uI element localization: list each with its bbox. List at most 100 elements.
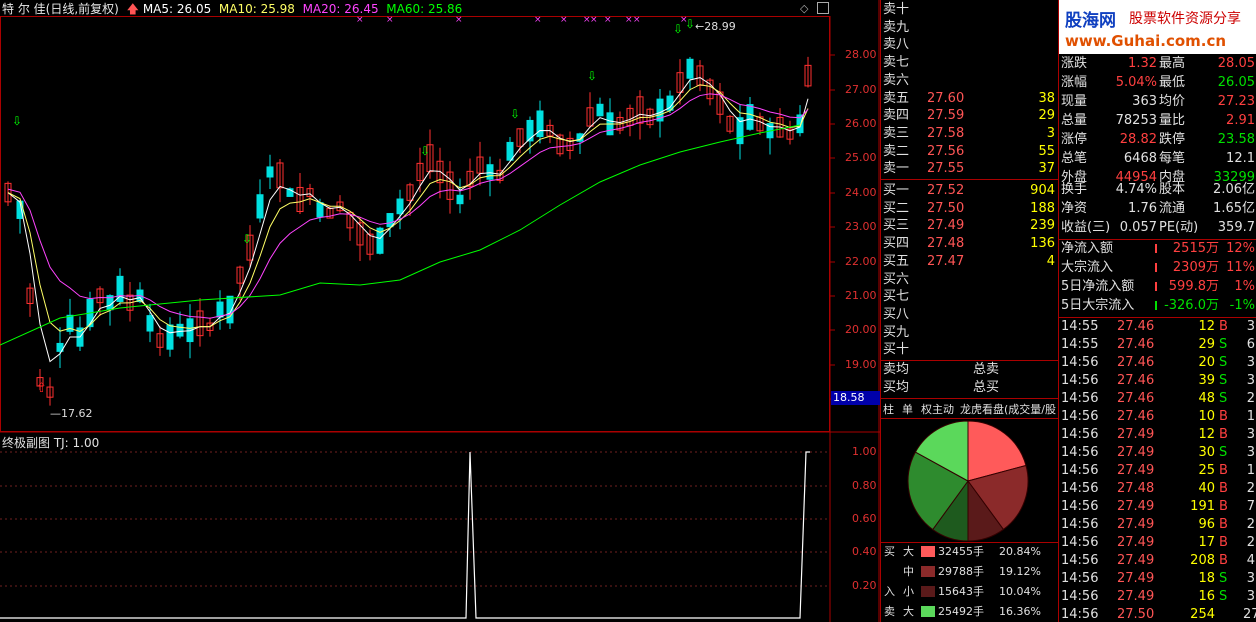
candle-body	[176, 323, 184, 337]
candle-body	[746, 104, 754, 130]
flow-bar	[1155, 282, 1157, 291]
legend-swatch	[921, 606, 935, 617]
svg-text:×: ×	[633, 15, 641, 25]
candle-body	[266, 166, 274, 178]
fund-flow-row: 5日净流入额 599.8万 1%	[1061, 279, 1255, 294]
flow-row: 中 29788手 19.12%	[903, 565, 1041, 578]
buy-order-row[interactable]: 买五 27.47 4	[881, 254, 1059, 269]
divider	[881, 542, 1059, 543]
flow-bar	[1155, 263, 1157, 272]
order-book-panel: 卖十卖九卖八卖七卖六卖五 27.60 38 卖四 27.59 29 卖三 27.58 3 卖二 27…	[880, 0, 1059, 622]
quote-row: 总量 78253 量比 2.91	[1061, 113, 1255, 128]
divider	[1059, 239, 1256, 240]
svg-text:×: ×	[560, 15, 568, 25]
price-axis-label: 28.00	[845, 48, 877, 61]
sell-order-row[interactable]: 卖四 27.59 29	[881, 108, 1059, 123]
tick-row[interactable]: 14:56 27.46 48 S 2	[1059, 391, 1256, 406]
tick-row[interactable]: 14:56 27.46 10 B 1	[1059, 409, 1256, 424]
logo-brand: 股海网	[1065, 11, 1116, 31]
svg-text:×: ×	[625, 15, 633, 25]
sell-order-row[interactable]: 卖三 27.58 3	[881, 126, 1059, 141]
buy-order-row[interactable]: 买六	[881, 272, 1059, 287]
tick-row[interactable]: 14:55 27.46 29 S 6	[1059, 337, 1256, 352]
buy-order-row[interactable]: 买九	[881, 325, 1059, 340]
tick-row[interactable]: 14:56 27.48 40 B 2	[1059, 481, 1256, 496]
buy-order-row[interactable]: 买三 27.49 239	[881, 218, 1059, 233]
tick-row[interactable]: 14:56 27.49 16 S 3	[1059, 589, 1256, 604]
logo-url: www.Guhai.com.cn	[1065, 32, 1227, 50]
sub-axis-label: 1.00	[852, 445, 877, 458]
tick-row[interactable]: 14:56 27.46 20 S 3	[1059, 355, 1256, 370]
buy-order-row[interactable]: 买一 27.52 904	[881, 183, 1059, 198]
price-axis-label: 24.00	[845, 186, 877, 199]
candle-body	[506, 141, 514, 161]
svg-text:⇩: ⇩	[510, 107, 520, 121]
high-annotation: ←28.99	[695, 20, 736, 33]
price-axis-label: 27.00	[845, 83, 877, 96]
flow-bar	[1155, 301, 1157, 310]
legend-swatch	[921, 566, 935, 577]
svg-text:×: ×	[455, 15, 463, 25]
sell-order-row[interactable]: 卖十	[881, 2, 1059, 17]
tick-row[interactable]: 14:56 27.49 30 S 3	[1059, 445, 1256, 460]
panel-tab[interactable]: 柱	[883, 401, 899, 417]
fund-flow-row: 5日大宗流入 -326.0万 -1%	[1061, 298, 1255, 313]
panel-tab[interactable]: 权主动	[921, 401, 957, 417]
sub-chart-title: 终极副图 TJ: 1.00	[2, 436, 100, 450]
svg-text:⇩: ⇩	[685, 17, 695, 31]
buy-order-row[interactable]: 买七	[881, 289, 1059, 304]
candle-body	[396, 198, 404, 215]
quote-panel: 股海网 股票软件资源分享 www.Guhai.com.cn 涨跌 1.32 最高 28…	[1058, 0, 1256, 622]
low-annotation: —17.62	[50, 407, 93, 420]
sell-order-row[interactable]: 卖五 27.60 38	[881, 91, 1059, 106]
panel-tab[interactable]: 单	[902, 401, 918, 417]
quote-row: 现量 363 均价 27.23	[1061, 94, 1255, 109]
sell-order-row[interactable]: 卖九	[881, 20, 1059, 35]
kline-chart-area[interactable]: 特 尔 佳(日线,前复权) 🡅 MA5: 26.05 MA10: 25.98 M…	[0, 0, 881, 622]
legend-swatch	[921, 586, 935, 597]
tick-row[interactable]: 14:56 27.50 254 27	[1059, 607, 1256, 622]
logo-banner[interactable]: 股海网 股票软件资源分享 www.Guhai.com.cn	[1059, 0, 1256, 54]
price-axis-label: 21.00	[845, 289, 877, 302]
candle-body	[456, 194, 464, 205]
candle-body	[256, 194, 264, 219]
candle-body	[526, 119, 534, 142]
panel-tab[interactable]: 龙虎看盘(成交量/股	[960, 401, 1064, 417]
svg-text:×: ×	[604, 15, 612, 25]
svg-text:⇧: ⇧	[36, 381, 47, 396]
price-axis-label: 25.00	[845, 151, 877, 164]
buy-order-row[interactable]: 买四 27.48 136	[881, 236, 1059, 251]
quote-row: 涨跌 1.32 最高 28.05	[1061, 56, 1255, 71]
quote-row: 涨停 28.82 跌停 23.58	[1061, 132, 1255, 147]
tick-row[interactable]: 14:56 27.49 12 B 3	[1059, 427, 1256, 442]
candle-body	[686, 58, 694, 79]
sell-order-row[interactable]: 卖一 27.55 37	[881, 161, 1059, 176]
tick-row[interactable]: 14:56 27.49 25 B 1	[1059, 463, 1256, 478]
tick-row[interactable]: 14:56 27.46 39 S 3	[1059, 373, 1256, 388]
sell-order-row[interactable]: 卖七	[881, 55, 1059, 70]
sell-order-row[interactable]: 卖八	[881, 37, 1059, 52]
tick-row[interactable]: 14:56 27.49 18 S 3	[1059, 571, 1256, 586]
tick-row[interactable]: 14:56 27.49 208 B 4	[1059, 553, 1256, 568]
candle-body	[596, 103, 604, 117]
tick-row[interactable]: 14:56 27.49 191 B 7	[1059, 499, 1256, 514]
divider	[881, 360, 1059, 361]
sell-order-row[interactable]: 卖二 27.56 55	[881, 144, 1059, 159]
svg-text:×: ×	[386, 15, 394, 25]
sell-order-row[interactable]: 卖六	[881, 73, 1059, 88]
tick-row[interactable]: 14:56 27.49 96 B 2	[1059, 517, 1256, 532]
flow-row: 卖大 25492手 16.36%	[884, 605, 1041, 618]
sub-axis-label: 0.20	[852, 579, 877, 592]
cursor-price-label: 18.58	[831, 391, 881, 405]
tick-row[interactable]: 14:56 27.49 17 B 2	[1059, 535, 1256, 550]
fund-flow-row: 净流入额 2515万 12%	[1061, 241, 1255, 256]
candle-body	[216, 301, 224, 318]
candle-body	[166, 324, 174, 350]
logo-slogan: 股票软件资源分享	[1129, 11, 1241, 27]
fund-flow-row: 大宗流入 2309万 11%	[1061, 260, 1255, 275]
buy-order-row[interactable]: 买八	[881, 307, 1059, 322]
buy-order-row[interactable]: 买二 27.50 188	[881, 201, 1059, 216]
tick-row[interactable]: 14:55 27.46 12 B 3	[1059, 319, 1256, 334]
price-axis-label: 26.00	[845, 117, 877, 130]
buy-order-row[interactable]: 买十	[881, 342, 1059, 357]
